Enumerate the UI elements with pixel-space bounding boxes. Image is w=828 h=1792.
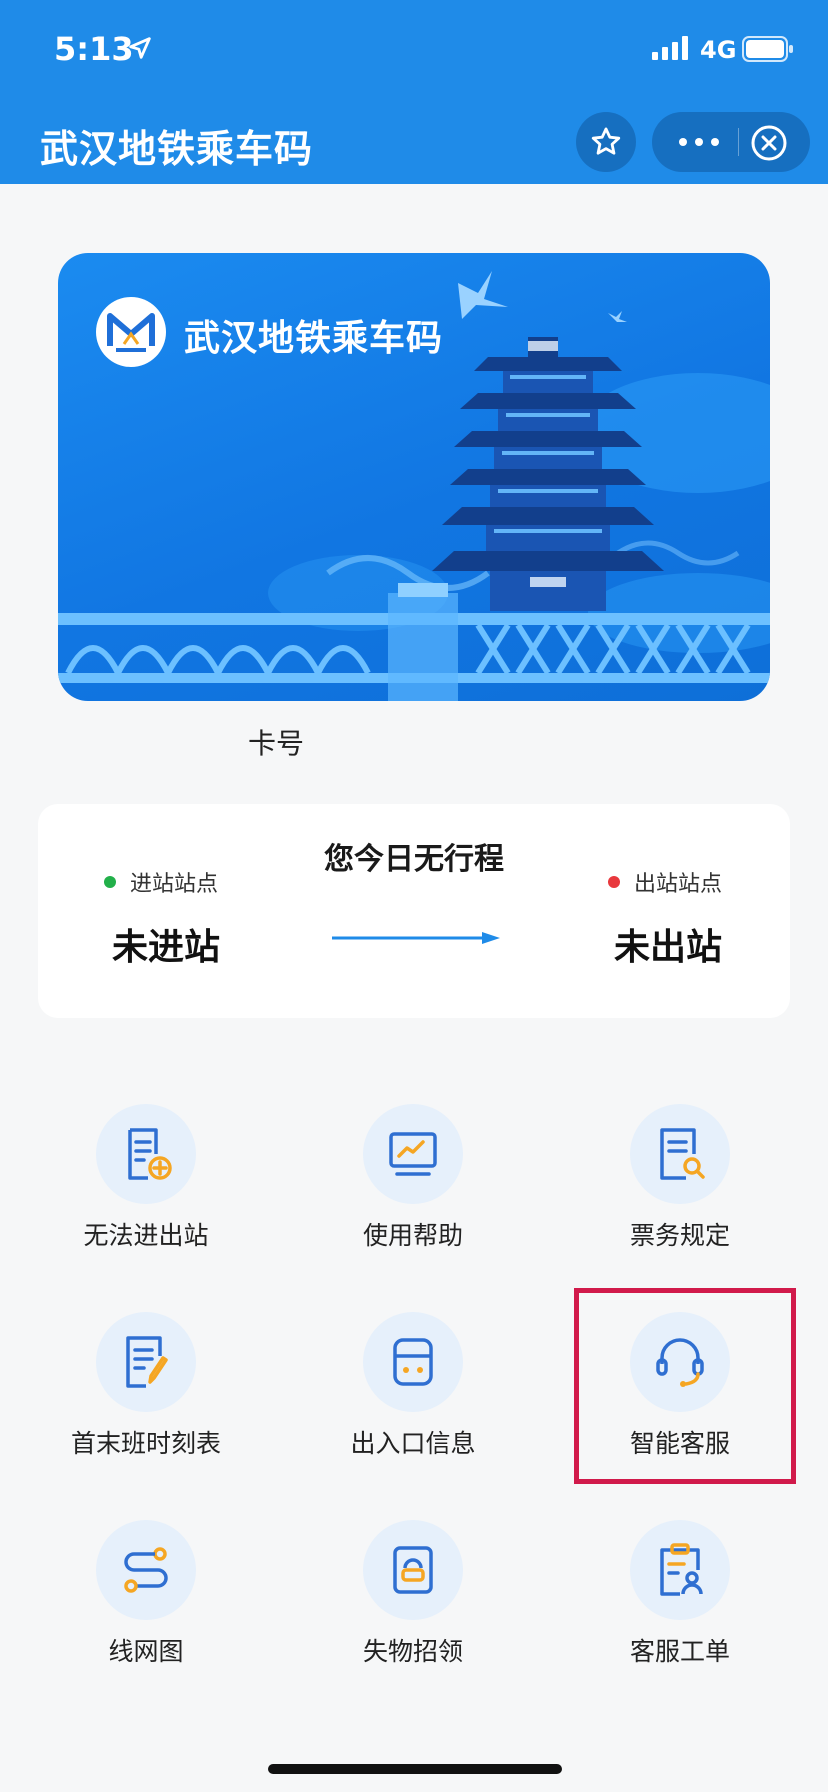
lost-found-icon bbox=[393, 1546, 433, 1594]
menu-item-entrance-info[interactable]: 出入口信息 bbox=[303, 1312, 523, 1462]
metro-logo bbox=[96, 297, 166, 367]
trip-panel: 您今日无行程 进站站点 未进站 出站站点 未出站 bbox=[38, 804, 790, 1018]
more-dots-icon[interactable] bbox=[676, 130, 722, 154]
monitor-chart-icon bbox=[389, 1132, 437, 1176]
menu-label: 使用帮助 bbox=[362, 1221, 463, 1250]
route-icon bbox=[124, 1547, 168, 1593]
signal-icon bbox=[652, 36, 688, 60]
document-edit-icon bbox=[126, 1336, 168, 1388]
exit-station-value: 未出站 bbox=[614, 927, 723, 968]
document-search-icon bbox=[660, 1128, 705, 1180]
entry-station-value: 未进站 bbox=[112, 927, 221, 968]
page-title: 武汉地铁乘车码 bbox=[40, 127, 314, 171]
nav-bar: 武汉地铁乘车码 bbox=[0, 100, 828, 184]
menu-label: 线网图 bbox=[108, 1637, 184, 1666]
exit-station-label: 出站站点 bbox=[634, 872, 723, 897]
entry-dot bbox=[104, 876, 116, 888]
menu-label: 失物招领 bbox=[362, 1637, 463, 1666]
status-time: 5:13 bbox=[54, 30, 134, 68]
menu-label: 客服工单 bbox=[629, 1637, 730, 1666]
menu-label: 无法进出站 bbox=[83, 1221, 209, 1250]
location-arrow-icon bbox=[129, 37, 151, 59]
menu-item-cannot-enter-exit[interactable]: 无法进出站 bbox=[36, 1104, 256, 1254]
menu-label: 出入口信息 bbox=[350, 1429, 476, 1458]
metro-logo-icon bbox=[107, 313, 155, 352]
capsule-divider bbox=[738, 128, 739, 156]
menu-item-ticket-rules[interactable]: 票务规定 bbox=[570, 1104, 790, 1254]
card-title: 武汉地铁乘车码 bbox=[184, 318, 444, 359]
mini-program-capsule bbox=[652, 112, 810, 172]
document-add-icon bbox=[128, 1128, 172, 1180]
status-bar: 5:13 4G bbox=[0, 0, 828, 100]
network-type: 4G bbox=[700, 36, 737, 64]
menu-item-lost-found[interactable]: 失物招领 bbox=[303, 1520, 523, 1670]
menu-item-service-ticket[interactable]: 客服工单 bbox=[570, 1520, 790, 1670]
metro-card[interactable]: 武汉地铁乘车码 bbox=[58, 253, 770, 701]
entry-station-label: 进站站点 bbox=[130, 872, 219, 897]
menu-item-timetable[interactable]: 首末班时刻表 bbox=[36, 1312, 256, 1462]
gate-icon bbox=[393, 1338, 433, 1386]
clipboard-user-icon bbox=[660, 1543, 703, 1596]
menu-label: 票务规定 bbox=[629, 1221, 730, 1250]
star-icon bbox=[591, 127, 621, 155]
card-number-label: 卡号 bbox=[248, 727, 305, 760]
menu-label: 首末班时刻表 bbox=[70, 1429, 221, 1458]
highlight-box bbox=[574, 1288, 796, 1484]
home-indicator bbox=[268, 1764, 562, 1774]
battery-icon bbox=[742, 36, 793, 62]
menu-item-usage-help[interactable]: 使用帮助 bbox=[303, 1104, 523, 1254]
close-circle-icon[interactable] bbox=[748, 122, 790, 164]
exit-dot bbox=[608, 876, 620, 888]
menu-item-network-map[interactable]: 线网图 bbox=[36, 1520, 256, 1670]
trip-arrow-icon bbox=[332, 932, 500, 944]
favorite-button[interactable] bbox=[576, 112, 636, 172]
